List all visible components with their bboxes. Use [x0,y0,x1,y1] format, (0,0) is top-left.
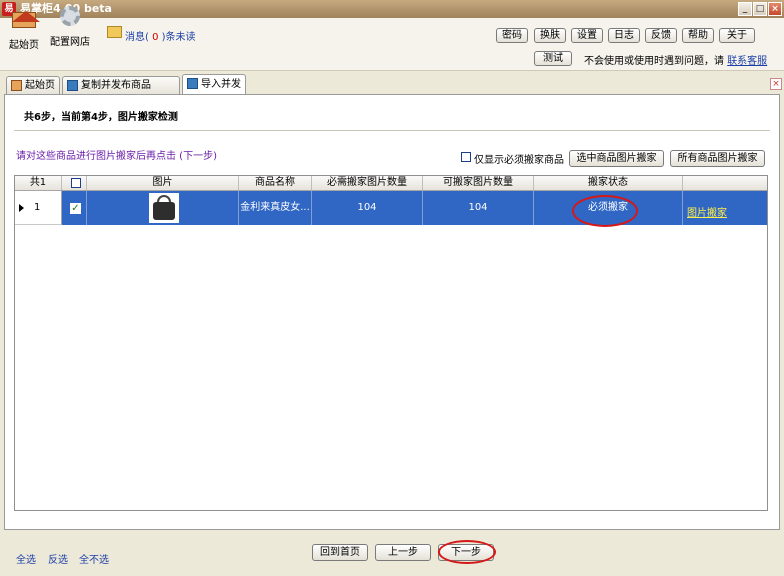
divider [14,130,770,131]
message-link[interactable]: 消息( 0 )条未读 [125,28,196,43]
invert-selection-link[interactable]: 反选 [48,551,68,566]
title-bar: 易 易掌柜4.00 beta _ □ × [0,0,784,18]
home-tool-button[interactable]: 起始页 [0,4,48,51]
only-required-checkbox[interactable] [461,152,471,162]
select-none-link[interactable]: 全不选 [79,551,109,566]
contact-support-link[interactable]: 联系客服 [727,56,767,67]
house-icon [11,4,40,28]
grid-icon [187,78,198,89]
minimize-button[interactable]: _ [738,2,752,16]
move-all-images-button[interactable]: 所有商品图片搬家 [670,150,765,167]
step-indicator: 共6步，当前第4步，图片搬家检测 [24,112,178,123]
password-button[interactable]: 密码 [496,28,528,43]
row-required-count: 104 [312,191,423,225]
close-tab-icon[interactable]: × [770,78,782,90]
only-required-label[interactable]: 仅显示必须搬家商品 [474,151,564,166]
header-count: 共1 [15,176,62,190]
header-name: 商品名称 [239,176,312,190]
product-grid [14,175,768,511]
grid-icon [67,80,78,91]
highlight-oval-status [572,195,638,227]
row-pointer-icon [19,204,24,212]
message-prefix: 消息( [125,32,149,43]
config-shop-label: 配置网店 [50,37,90,48]
header-movable-count: 可搬家图片数量 [423,176,534,190]
tab-copy-publish-label: 复制并发布商品 [81,80,151,91]
header-required-count: 必需搬家图片数量 [312,176,423,190]
settings-button[interactable]: 设置 [571,28,603,43]
message-suffix: )条未读 [161,32,196,43]
header-status: 搬家状态 [534,176,683,190]
select-all-checkbox[interactable] [71,178,81,188]
envelope-icon [107,26,122,38]
feedback-button[interactable]: 反馈 [645,28,677,43]
maximize-button[interactable]: □ [753,2,767,16]
row-index: 1 [34,202,41,213]
tab-home-label: 起始页 [25,80,55,91]
header-action [683,176,767,190]
header-image: 图片 [87,176,239,190]
move-image-link[interactable]: 图片搬家 [687,204,727,219]
skin-button[interactable]: 换肤 [534,28,566,43]
config-shop-button[interactable]: 配置网店 [46,4,94,48]
gear-icon [57,6,83,30]
back-home-button[interactable]: 回到首页 [312,544,368,561]
tab-import-publish[interactable]: 导入并发布商品 [182,74,246,109]
row-movable-count: 104 [423,191,534,225]
tab-copy-publish[interactable]: 复制并发布商品 [62,76,180,94]
house-icon [11,80,22,91]
move-selected-images-button[interactable]: 选中商品图片搬家 [569,150,664,167]
row-product-name: 金利来真皮女... [239,191,312,225]
test-button[interactable]: 测试 [534,51,572,66]
log-button[interactable]: 日志 [608,28,640,43]
instruction-text: 请对这些商品进行图片搬家后再点击 (下一步) [16,151,217,162]
previous-step-button[interactable]: 上一步 [375,544,431,561]
support-hint-text: 不会使用或使用时遇到问题，请 [584,56,724,67]
tab-home[interactable]: 起始页 [6,76,60,94]
about-button[interactable]: 关于 [719,28,755,43]
message-count: 0 [152,32,159,43]
support-hint: 不会使用或使用时遇到问题，请 联系客服 [584,52,767,67]
row-checkbox[interactable]: ✓ [70,203,81,214]
home-tool-label: 起始页 [9,40,39,51]
highlight-oval-next [438,540,496,564]
product-thumbnail [149,193,179,223]
help-button[interactable]: 帮助 [682,28,714,43]
select-all-link[interactable]: 全选 [16,551,36,566]
close-button[interactable]: × [768,2,782,16]
